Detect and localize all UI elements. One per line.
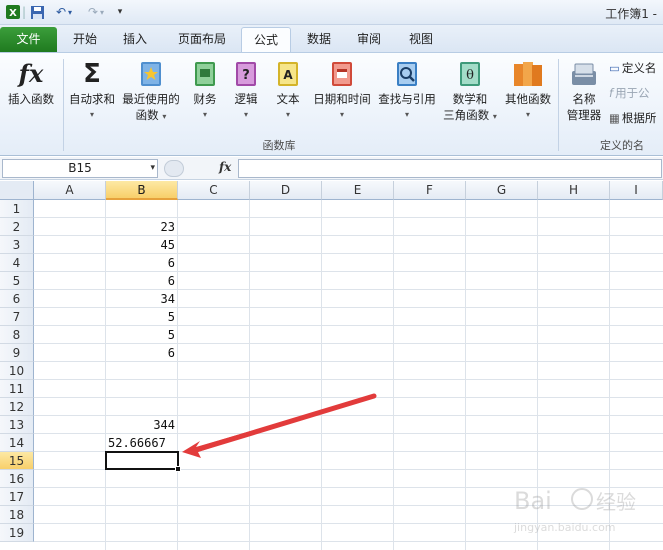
svg-text:Bai: Bai <box>514 487 552 515</box>
svg-text:jingyan.baidu.com: jingyan.baidu.com <box>513 521 616 534</box>
baidu-watermark-logo: Bai 经验 jingyan.baidu.com <box>513 487 636 534</box>
svg-text:经验: 经验 <box>596 490 636 514</box>
annotation-arrow <box>182 393 377 458</box>
arrow-shaft <box>193 393 377 453</box>
